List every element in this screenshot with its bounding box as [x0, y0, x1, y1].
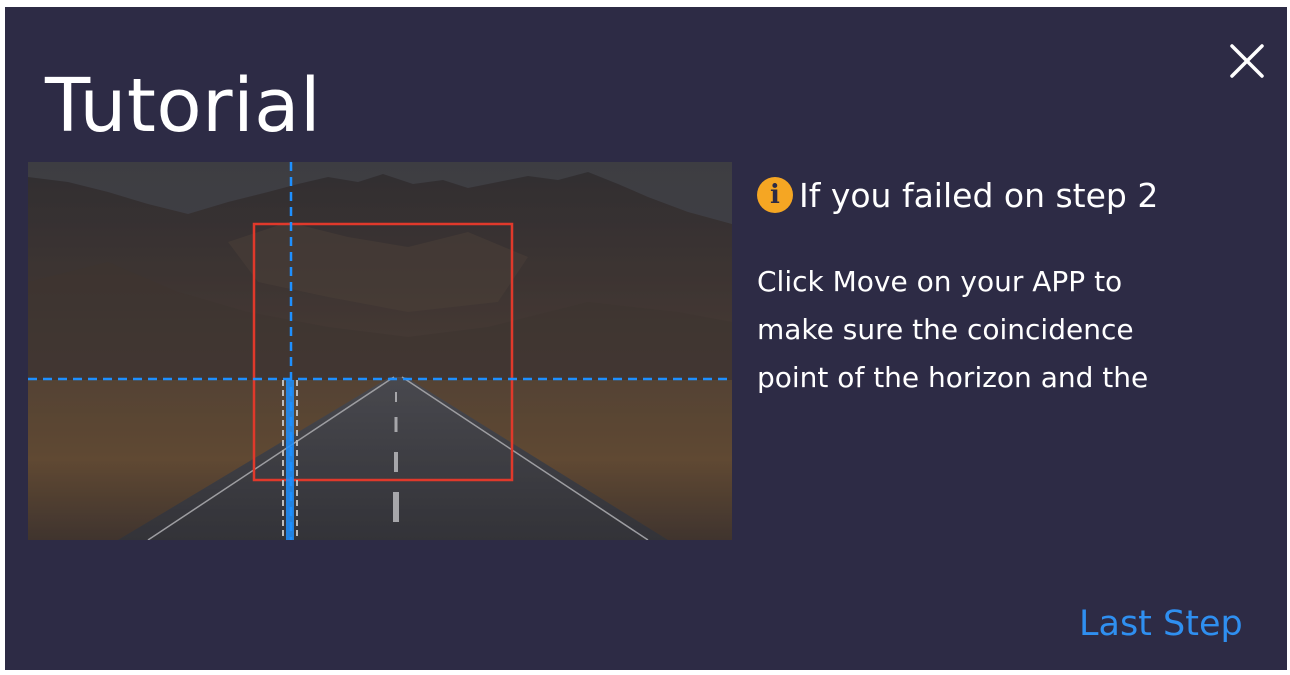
instruction-line: point of the horizon and the	[757, 361, 1149, 394]
info-icon: i	[757, 177, 793, 213]
tutorial-illustration	[28, 162, 732, 540]
info-heading: i If you failed on step 2	[757, 170, 1158, 220]
close-button[interactable]	[1227, 41, 1267, 81]
dialog-title: Tutorial	[45, 63, 322, 149]
instruction-line: Click Move on your APP to	[757, 265, 1123, 298]
last-step-button[interactable]: Last Step	[1079, 605, 1243, 644]
close-icon	[1230, 44, 1264, 78]
tutorial-dialog: Tutorial i If you failed on step 2 Click…	[5, 7, 1287, 670]
instruction-text: Click Move on your APP to make sure the …	[757, 258, 1257, 402]
instruction-line: make sure the coincidence	[757, 313, 1134, 346]
info-heading-text: If you failed on step 2	[799, 175, 1159, 215]
